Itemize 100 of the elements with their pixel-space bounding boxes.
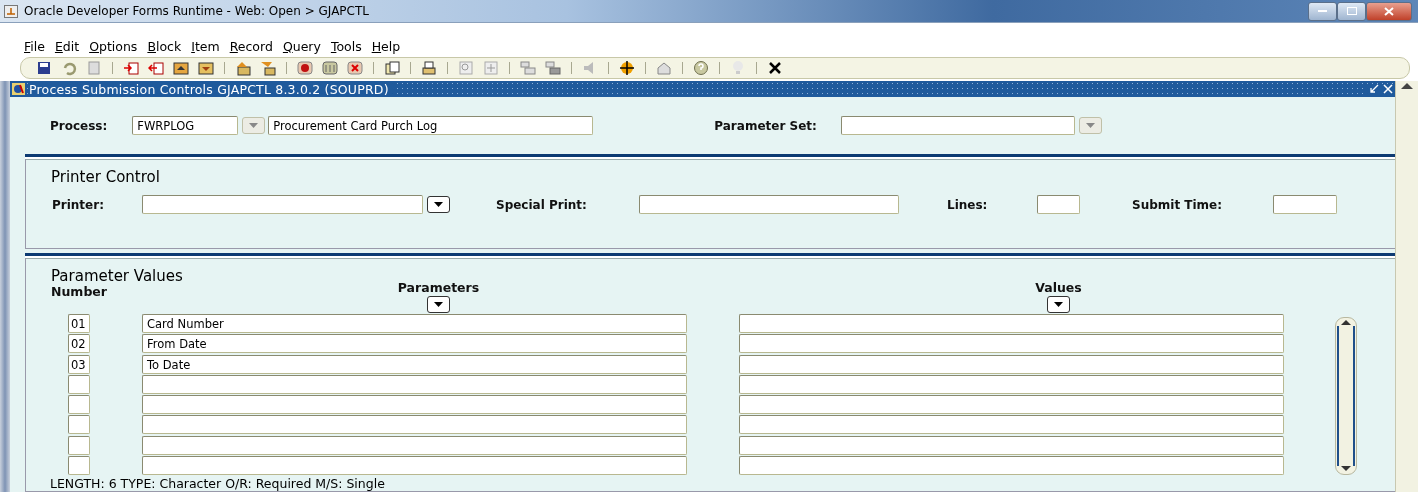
minimize-button[interactable] (1308, 1, 1337, 21)
printer-button[interactable] (420, 59, 438, 77)
number-field[interactable] (68, 374, 90, 394)
menu-item[interactable]: Record (229, 39, 283, 54)
lightbulb-icon (730, 60, 746, 76)
number-field[interactable] (68, 455, 90, 475)
column-header: Values (1035, 281, 1082, 295)
input-field[interactable] (142, 195, 423, 214)
maximize-button[interactable] (1337, 1, 1366, 21)
input-field[interactable] (1273, 195, 1337, 214)
plus-icon (483, 60, 499, 76)
close-icon[interactable] (1383, 84, 1393, 94)
database-icon (322, 60, 338, 76)
value-field[interactable] (739, 455, 1284, 475)
list-button[interactable] (427, 196, 450, 213)
caret-icon (1085, 123, 1095, 128)
scroll-up-icon[interactable] (1341, 320, 1351, 326)
number-field[interactable] (68, 415, 90, 435)
field-label: Submit Time: (1132, 197, 1224, 212)
field-label: Special Print: (496, 197, 588, 212)
status-message: LENGTH: 6 TYPE: Character O/R: Required M/S: Single (50, 477, 386, 491)
menu-item[interactable]: Item (191, 39, 230, 54)
value-field[interactable] (739, 415, 1284, 435)
menu-item[interactable]: Options (89, 39, 148, 54)
field-label: Process: (50, 118, 108, 133)
menu-item[interactable]: Tools (330, 39, 372, 54)
remove-record-button[interactable] (544, 59, 562, 77)
column-header: Number (51, 285, 108, 301)
value-field[interactable] (739, 354, 1284, 374)
copy-document-icon (384, 60, 400, 76)
column-header: Parameters (397, 281, 480, 295)
minimize-icon (1318, 9, 1327, 13)
value-field[interactable] (739, 395, 1284, 414)
close-icon (767, 60, 783, 76)
insert-record-button[interactable] (519, 59, 537, 77)
parameter-field[interactable]: Card Number (142, 314, 687, 333)
menu-item[interactable]: Help (371, 39, 411, 54)
scroll-up-icon[interactable] (1401, 83, 1413, 90)
section-title: Printer Control (51, 168, 161, 186)
crosshair-button[interactable] (618, 59, 636, 77)
parameter-field[interactable] (142, 435, 687, 455)
database-remove-icon (347, 60, 363, 76)
caret-icon (1054, 302, 1063, 307)
floppy-disk-button[interactable] (35, 59, 53, 77)
parameter-field[interactable]: From Date (142, 334, 687, 354)
value-field[interactable] (739, 334, 1284, 354)
parameter-field[interactable]: To Date (142, 354, 687, 374)
number-field[interactable]: 01 (68, 314, 90, 333)
scroll-down-icon[interactable] (1341, 466, 1351, 472)
menu-item[interactable]: Edit (54, 39, 90, 54)
field-label: Parameter Set: (714, 118, 817, 133)
printer-icon (421, 60, 437, 76)
value-field[interactable] (739, 435, 1284, 455)
process-code-field[interactable]: FWRPLOG (132, 116, 239, 135)
number-field[interactable]: 02 (68, 334, 90, 354)
menu-item[interactable]: Query (282, 39, 331, 54)
insert-record-icon (520, 60, 536, 76)
value-field[interactable] (739, 374, 1284, 394)
house-icon (656, 60, 672, 76)
arrow-out-tray-button[interactable] (147, 59, 165, 77)
arrow-into-tray-button[interactable] (122, 59, 140, 77)
parameter-field[interactable] (142, 455, 687, 475)
folder-up-button[interactable] (234, 59, 252, 77)
parameter-set-field[interactable] (840, 116, 1075, 135)
number-field[interactable]: 03 (68, 354, 90, 374)
caret-icon (434, 202, 443, 207)
number-field[interactable] (68, 435, 90, 455)
question-circle-icon (693, 60, 709, 76)
value-field[interactable] (739, 314, 1284, 333)
list-button[interactable] (1047, 296, 1070, 313)
tray-up-button[interactable] (172, 59, 190, 77)
input-field[interactable] (1037, 195, 1080, 214)
database-button[interactable] (321, 59, 339, 77)
magnifier-button[interactable] (457, 59, 475, 77)
question-circle-button[interactable] (692, 59, 710, 77)
tray-down-button[interactable] (197, 59, 215, 77)
parameter-field[interactable] (142, 415, 687, 435)
input-field[interactable] (639, 195, 899, 214)
magnifier-icon (458, 60, 474, 76)
folder-up-icon (235, 60, 251, 76)
maximize-icon (1346, 7, 1357, 15)
scrollbar[interactable] (1395, 81, 1418, 492)
folder-filter-button[interactable] (259, 59, 277, 77)
minimize-icon[interactable] (1369, 84, 1379, 94)
parameter-field[interactable] (142, 395, 687, 414)
process-description-field[interactable]: Procurement Card Purch Log (268, 116, 594, 135)
menu-item[interactable]: File (24, 39, 55, 54)
arrow-into-tray-icon (123, 60, 139, 76)
field-label: Lines: (947, 197, 989, 212)
menu-item[interactable]: Block (147, 39, 192, 54)
form-title: Process Submission Controls GJAPCTL 8.3.0.2 (SOUPRD) (29, 81, 395, 97)
database-remove-button[interactable] (346, 59, 364, 77)
number-field[interactable] (68, 395, 90, 414)
list-button[interactable] (427, 296, 450, 313)
close-icon (1384, 6, 1394, 16)
copy-document-button[interactable] (383, 59, 401, 77)
remove-record-icon (545, 60, 561, 76)
folder-filter-icon (260, 60, 276, 76)
parameter-field[interactable] (142, 374, 687, 394)
scrollbar[interactable] (1335, 317, 1357, 475)
